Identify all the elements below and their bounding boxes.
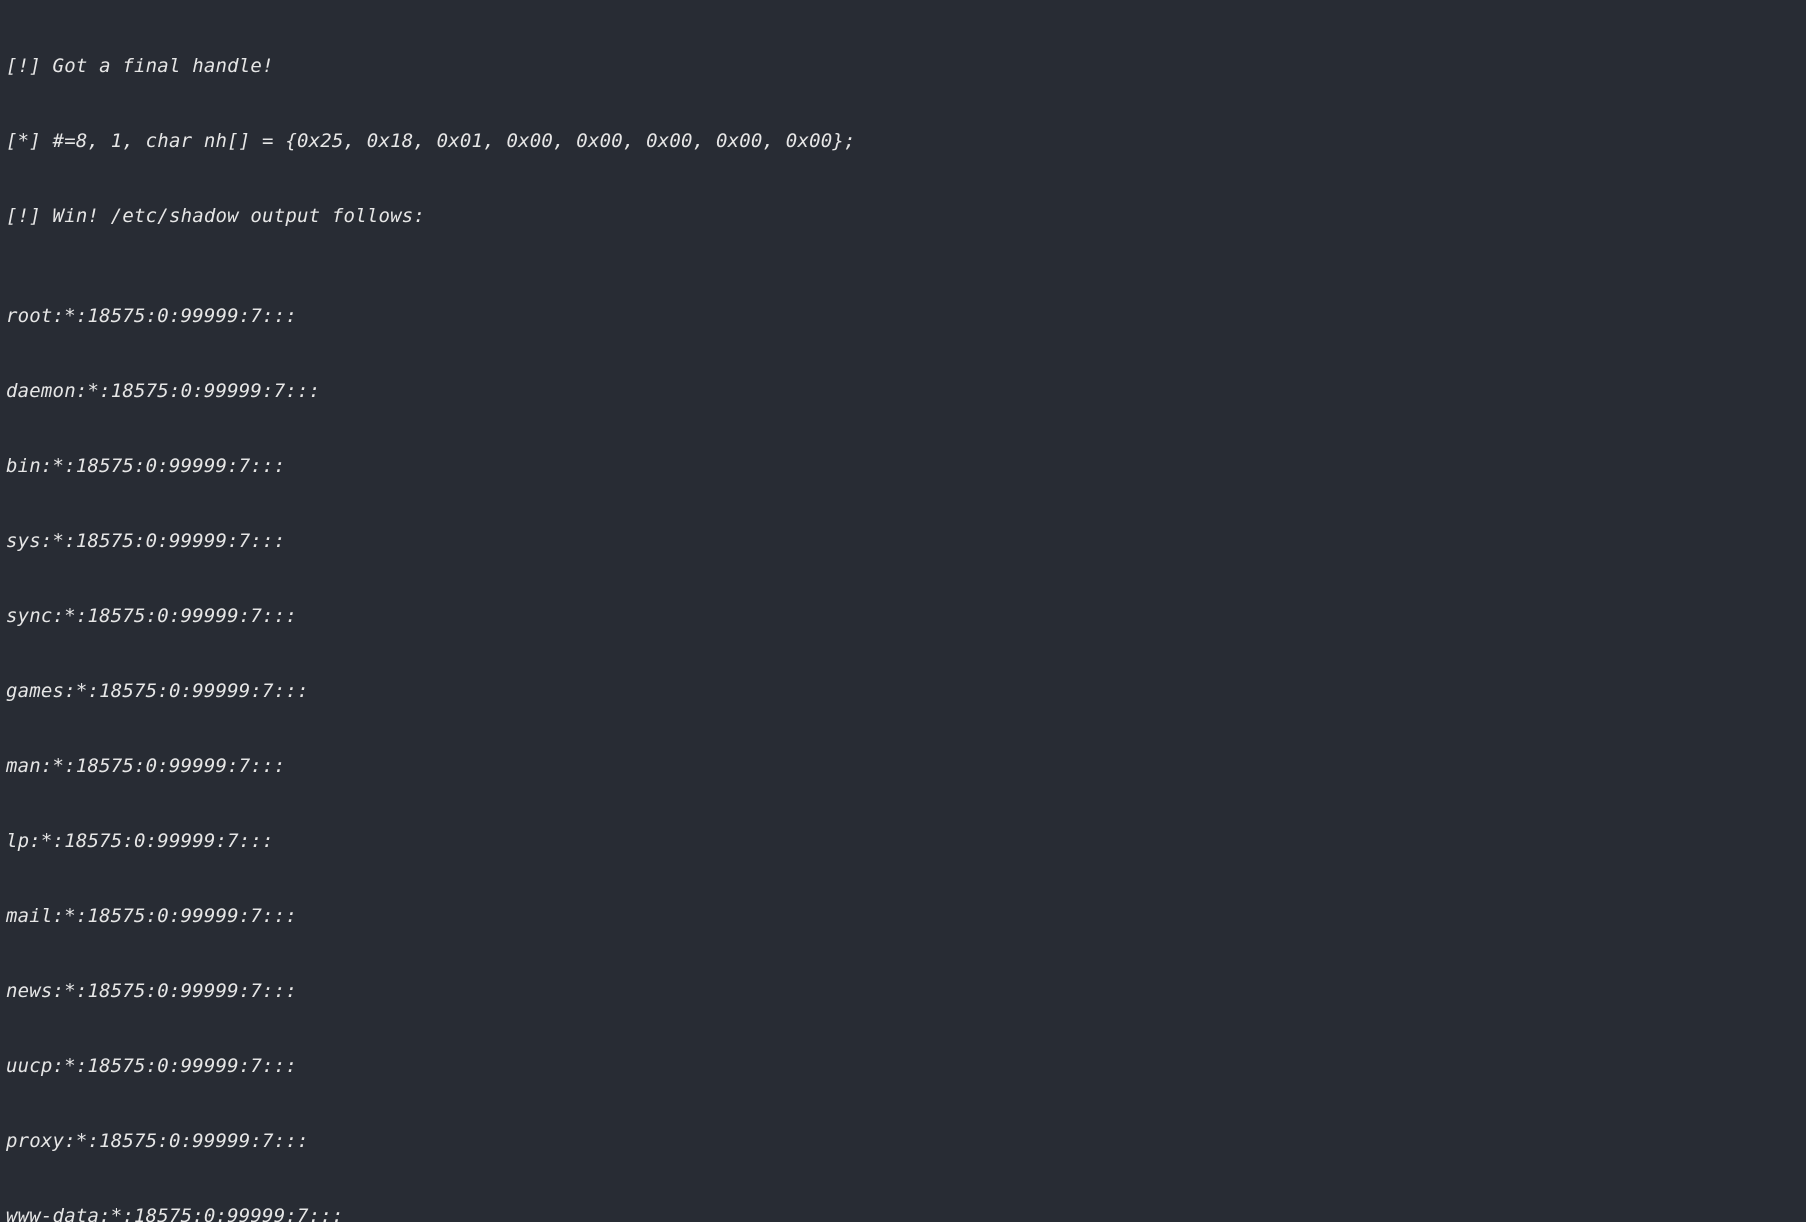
shadow-line: mail:*:18575:0:99999:7::: (6, 904, 1800, 929)
shadow-line: root:*:18575:0:99999:7::: (6, 304, 1800, 329)
exploit-status-array: [*] #=8, 1, char nh[] = {0x25, 0x18, 0x0… (6, 129, 1800, 154)
shadow-line: daemon:*:18575:0:99999:7::: (6, 379, 1800, 404)
shadow-line: man:*:18575:0:99999:7::: (6, 754, 1800, 779)
exploit-status-win: [!] Win! /etc/shadow output follows: (6, 204, 1800, 229)
shadow-line: www-data:*:18575:0:99999:7::: (6, 1204, 1800, 1222)
shadow-line: games:*:18575:0:99999:7::: (6, 679, 1800, 704)
shadow-line: proxy:*:18575:0:99999:7::: (6, 1129, 1800, 1154)
shadow-line: sync:*:18575:0:99999:7::: (6, 604, 1800, 629)
shadow-line: news:*:18575:0:99999:7::: (6, 979, 1800, 1004)
shadow-line: sys:*:18575:0:99999:7::: (6, 529, 1800, 554)
shadow-line: uucp:*:18575:0:99999:7::: (6, 1054, 1800, 1079)
shadow-line: bin:*:18575:0:99999:7::: (6, 454, 1800, 479)
exploit-status-handle: [!] Got a final handle! (6, 54, 1800, 79)
terminal-output[interactable]: [!] Got a final handle! [*] #=8, 1, char… (0, 0, 1806, 1222)
shadow-line: lp:*:18575:0:99999:7::: (6, 829, 1800, 854)
